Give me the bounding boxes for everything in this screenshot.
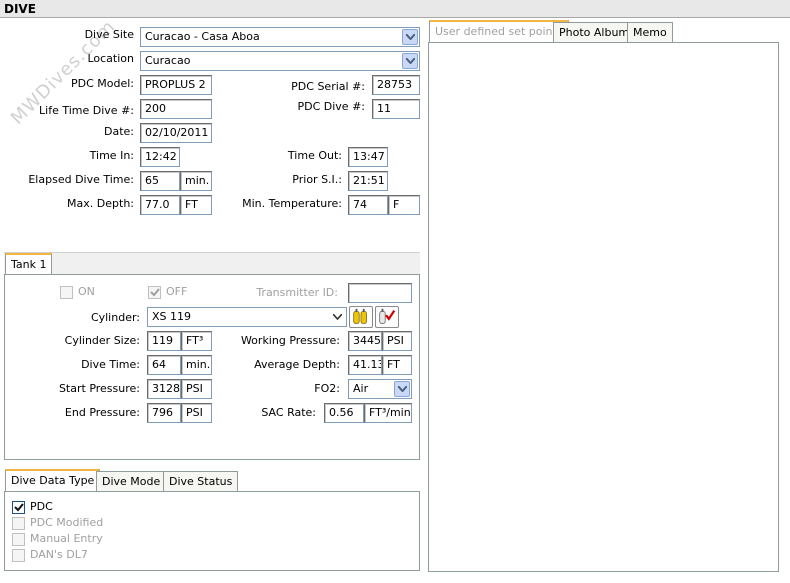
start-pressure-label: Start Pressure: [58,382,140,395]
sac-rate-label: SAC Rate: [261,406,316,419]
dive-time-field[interactable]: 64 [147,355,181,375]
pdc-serial-field[interactable]: 28753 [372,75,420,95]
pdc-serial-label: PDC Serial #: [291,80,365,93]
pdc-dive-label: PDC Dive #: [297,100,365,113]
off-label: OFF [166,285,188,298]
max-depth-unit: FT [180,195,212,215]
cylinder-size-unit: FT³ [181,331,212,351]
dive-site-label: Dive Site [84,28,134,41]
working-pressure-label: Working Pressure: [240,334,340,347]
min-temp-label: Min. Temperature: [242,197,342,210]
tab-user-defined-set-points[interactable]: User defined set points [429,20,569,43]
start-pressure-unit: PSI [181,379,212,399]
max-depth-field[interactable]: 77.0 [140,195,180,215]
chevron-down-icon[interactable] [394,381,410,397]
page-title: DIVE [0,0,790,18]
elapsed-time-label: Elapsed Dive Time: [28,173,134,186]
manual-entry-checkbox[interactable] [12,533,25,546]
dive-site-select[interactable]: Curacao - Casa Aboa [140,27,420,47]
pdc-dive-field[interactable]: 11 [372,99,420,119]
off-checkbox[interactable] [148,286,161,299]
min-temp-unit: F [388,195,420,215]
max-depth-label: Max. Depth: [67,197,134,210]
average-depth-unit: FT [382,355,412,375]
time-in-field[interactable]: 12:42 [140,147,180,167]
on-checkbox[interactable] [60,286,73,299]
prior-si-field[interactable]: 21:51 [348,171,388,191]
time-out-label: Time Out: [287,149,342,162]
end-pressure-field[interactable]: 796 [147,403,181,423]
pdc-model-label: PDC Model: [70,77,134,90]
manual-entry-label: Manual Entry [30,532,103,545]
pdc-modified-label: PDC Modified [30,516,104,529]
dans-dl7-checkbox[interactable] [12,549,25,562]
pdc-modified-checkbox[interactable] [12,517,25,530]
pdc-option-label: PDC [30,500,53,513]
time-in-label: Time In: [89,149,134,162]
transmitter-id-label: Transmitter ID: [256,286,338,299]
dive-site-value: Curacao - Casa Aboa [145,30,260,43]
pdc-checkbox[interactable] [12,501,25,514]
chevron-down-icon[interactable] [402,53,418,69]
sac-rate-unit: FT³/min [364,403,412,423]
tank-check-icon[interactable] [375,306,399,328]
chevron-down-icon[interactable] [329,309,345,325]
min-temp-field[interactable]: 74 [348,195,388,215]
transmitter-id-field[interactable] [348,283,412,303]
tank-pair-icon[interactable] [349,306,373,328]
sac-rate-field[interactable]: 0.56 [324,403,364,423]
elapsed-time-unit: min. [180,171,212,191]
tab-dive-status[interactable]: Dive Status [163,471,239,492]
working-pressure-unit: PSI [382,331,412,351]
cylinder-label: Cylinder: [90,311,140,324]
pdc-model-field[interactable]: PROPLUS 2 [140,75,212,95]
tab-dive-mode[interactable]: Dive Mode [96,471,167,492]
tank-tabstrip [4,252,420,274]
average-depth-field[interactable]: 41.13 [348,355,382,375]
date-label: Date: [104,125,134,138]
right-content-panel [428,42,779,572]
fo2-label: FO2: [314,382,340,395]
average-depth-label: Average Depth: [254,358,340,371]
dans-dl7-label: DAN's DL7 [30,548,88,561]
date-field[interactable]: 02/10/2011 [140,123,212,143]
cylinder-select[interactable]: XS 119 [147,307,347,327]
dive-time-label: Dive Time: [81,358,140,371]
tab-photo-album[interactable]: Photo Album [553,22,636,43]
start-pressure-field[interactable]: 3128 [147,379,181,399]
end-pressure-label: End Pressure: [64,406,140,419]
location-select[interactable]: Curacao [140,51,420,71]
time-out-field[interactable]: 13:47 [348,147,388,167]
elapsed-time-field[interactable]: 65 [140,171,180,191]
end-pressure-unit: PSI [181,403,212,423]
dive-time-unit: min. [181,355,212,375]
location-label: Location [87,52,134,65]
working-pressure-field[interactable]: 3445 [348,331,382,351]
lifetime-dive-field[interactable]: 200 [140,99,212,119]
cylinder-size-field[interactable]: 119 [147,331,181,351]
tab-memo[interactable]: Memo [627,22,673,43]
fo2-select[interactable]: Air [348,379,412,399]
chevron-down-icon[interactable] [402,29,418,45]
tab-dive-data-type[interactable]: Dive Data Type [5,469,101,492]
fo2-value: Air [353,382,369,395]
on-label: ON [78,285,95,298]
lifetime-dive-label: Life Time Dive #: [39,104,134,117]
cylinder-value: XS 119 [152,310,192,323]
location-value: Curacao [145,54,191,67]
prior-si-label: Prior S.I.: [292,173,342,186]
tab-tank-1[interactable]: Tank 1 [5,253,53,276]
cylinder-size-label: Cylinder Size: [64,334,140,347]
